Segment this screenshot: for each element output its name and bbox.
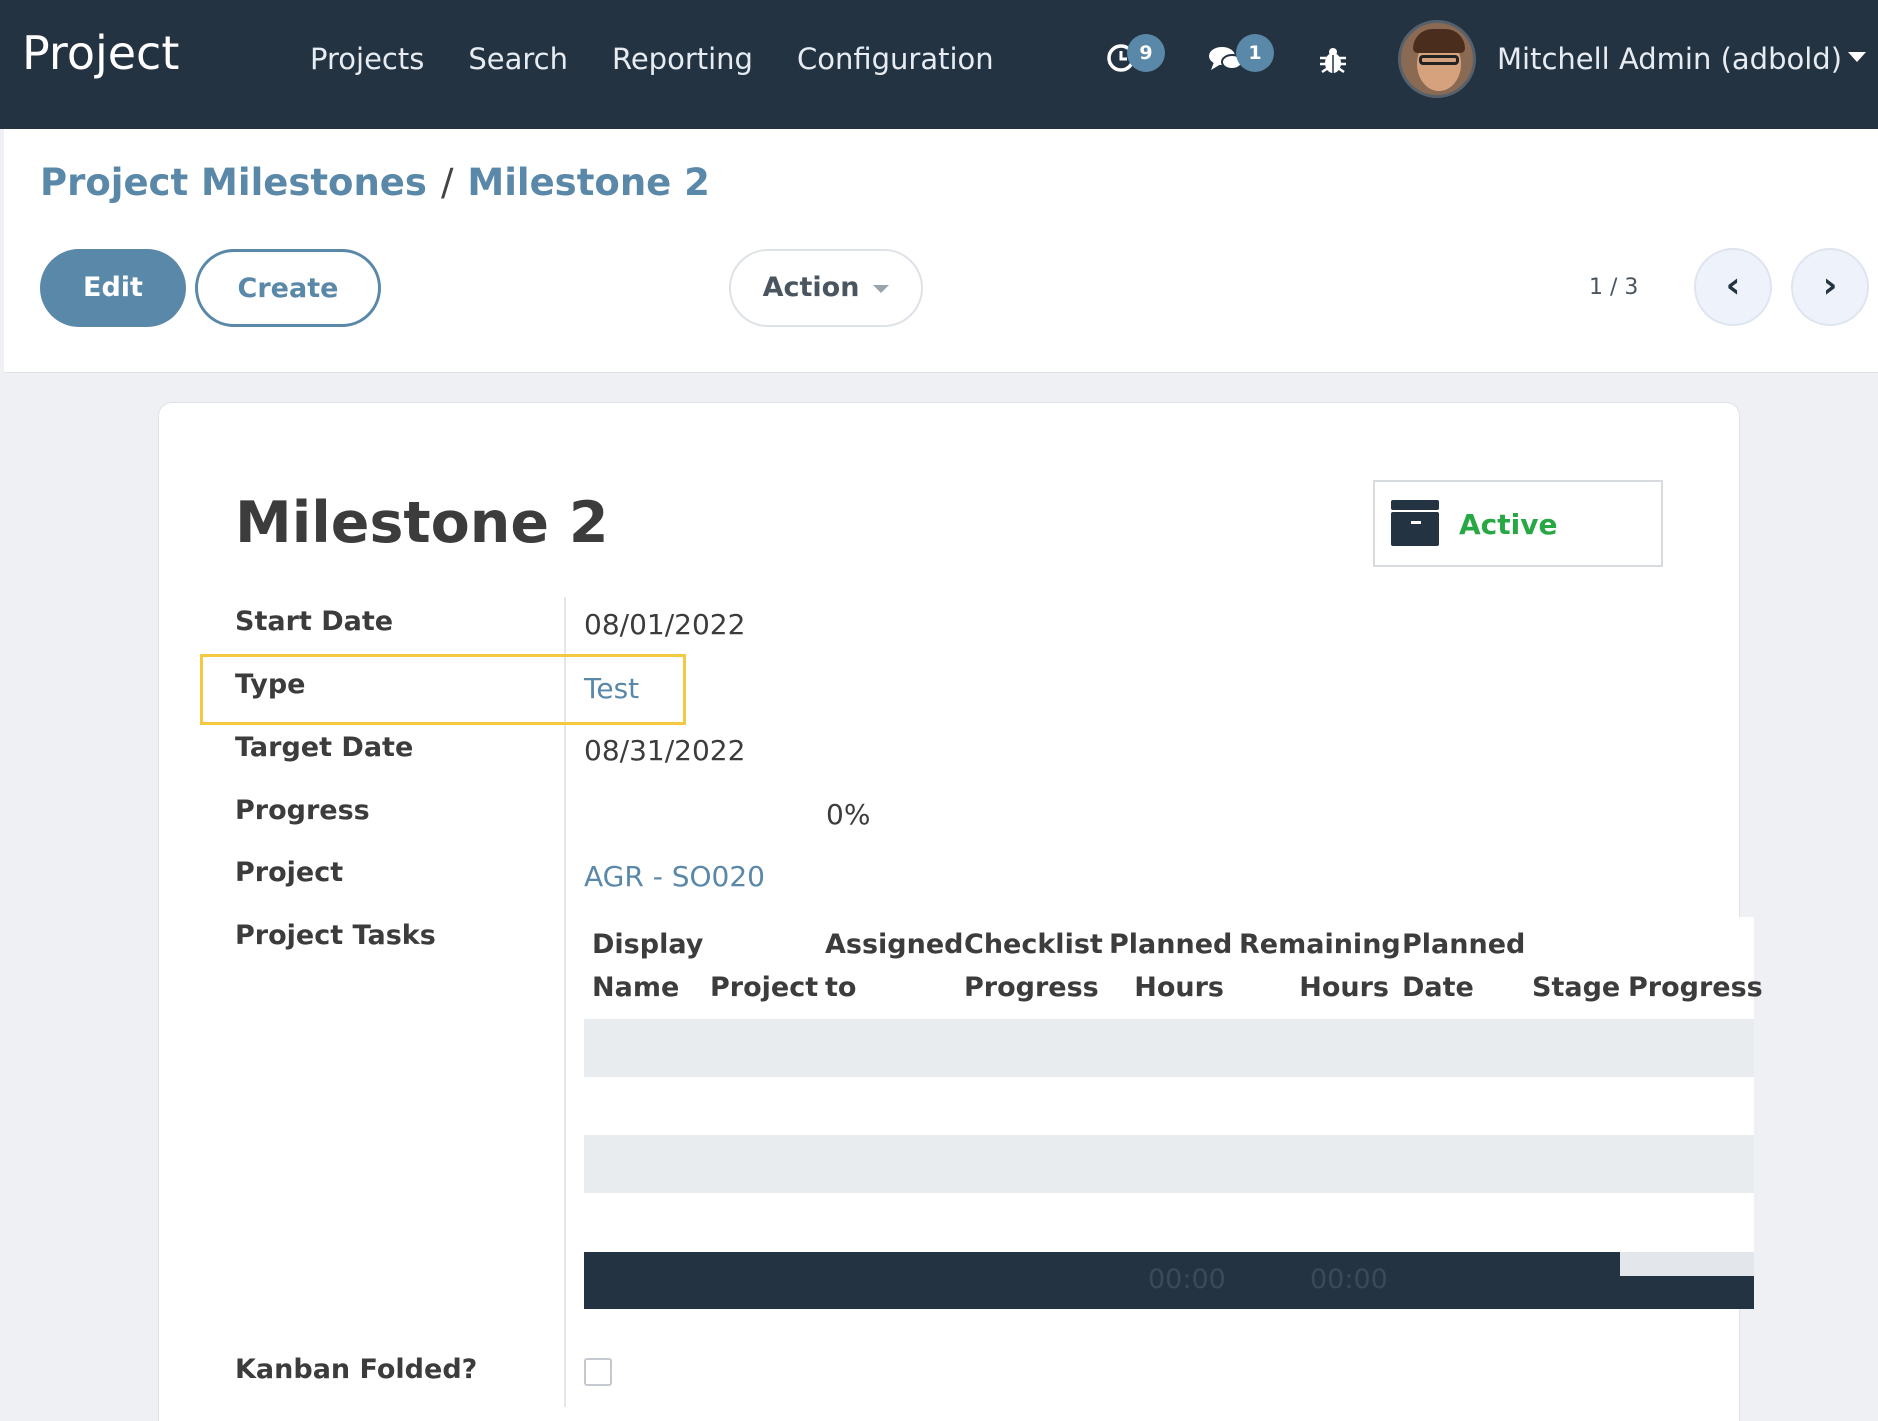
action-label: Action xyxy=(762,272,860,303)
progress-value: 0% xyxy=(826,798,871,831)
pager-previous-button[interactable]: ‹ xyxy=(1694,248,1772,326)
footer-planned-hours-total: 00:00 xyxy=(1148,1264,1226,1295)
user-menu-name[interactable]: Mitchell Admin (adbold) xyxy=(1497,42,1842,76)
table-row xyxy=(584,1135,1754,1193)
column-header-planned-hours[interactable]: Planned Hours xyxy=(1109,923,1232,1009)
archive-box-icon xyxy=(1391,500,1439,546)
active-toggle-button[interactable]: Active xyxy=(1373,480,1663,567)
edit-button[interactable]: Edit xyxy=(40,249,186,327)
column-header-display-name[interactable]: Display Name xyxy=(592,923,703,1009)
user-menu-caret-icon[interactable] xyxy=(1848,52,1866,62)
project-tasks-table: Display Name Project Assigned to Checklist… xyxy=(584,917,1763,1309)
debug-bug-icon[interactable] xyxy=(1318,38,1362,82)
menu-projects[interactable]: Projects xyxy=(310,42,424,76)
breadcrumb: Project Milestones / Milestone 2 xyxy=(40,161,710,204)
column-header-planned-date[interactable]: Planned Date xyxy=(1402,923,1525,1009)
pager-value[interactable]: 1 / 3 xyxy=(1589,275,1638,300)
messages-icon[interactable]: 1 xyxy=(1208,34,1274,82)
start-date-value[interactable]: 08/01/2022 xyxy=(584,608,745,641)
menu-reporting[interactable]: Reporting xyxy=(612,42,753,76)
main-menu: Projects Search Reporting Configuration xyxy=(310,42,994,76)
control-panel: Project Milestones / Milestone 2 Edit Crea… xyxy=(4,129,1878,373)
menu-configuration[interactable]: Configuration xyxy=(797,42,994,76)
column-header-progress[interactable]: Progress xyxy=(1628,923,1763,1009)
breadcrumb-current: Milestone 2 xyxy=(467,161,710,204)
target-date-value[interactable]: 08/31/2022 xyxy=(584,734,745,767)
menu-search[interactable]: Search xyxy=(468,42,568,76)
kanban-folded-label: Kanban Folded? xyxy=(235,1354,478,1385)
type-label: Type xyxy=(235,669,306,700)
project-value-link[interactable]: AGR - SO020 xyxy=(584,860,765,893)
column-header-project[interactable]: Project xyxy=(710,923,818,1009)
column-header-assigned-to[interactable]: Assigned to xyxy=(825,923,963,1009)
pager-next-button[interactable]: › xyxy=(1791,248,1869,326)
create-button[interactable]: Create xyxy=(195,249,381,327)
type-value-link[interactable]: Test xyxy=(584,672,639,705)
breadcrumb-separator: / xyxy=(440,161,454,204)
app-title[interactable]: Project xyxy=(22,26,179,80)
project-tasks-label: Project Tasks xyxy=(235,920,436,951)
active-status-label: Active xyxy=(1459,508,1558,541)
action-dropdown-button[interactable]: Action xyxy=(729,249,923,327)
progress-label: Progress xyxy=(235,795,370,826)
target-date-label: Target Date xyxy=(235,732,414,763)
user-avatar[interactable] xyxy=(1398,20,1476,98)
breadcrumb-parent[interactable]: Project Milestones xyxy=(40,161,427,204)
start-date-label: Start Date xyxy=(235,606,394,637)
top-navbar: Project Projects Search Reporting Config… xyxy=(0,0,1878,129)
chevron-down-icon xyxy=(873,284,890,293)
record-title: Milestone 2 xyxy=(235,490,609,556)
table-footer: 00:00 00:00 xyxy=(584,1252,1754,1309)
project-label: Project xyxy=(235,857,344,888)
column-header-stage[interactable]: Stage xyxy=(1532,923,1620,1009)
footer-remaining-hours-total: 00:00 xyxy=(1310,1264,1388,1295)
kanban-folded-checkbox[interactable] xyxy=(584,1358,612,1386)
column-header-remaining-hours[interactable]: Remaining Hours xyxy=(1239,923,1401,1009)
activity-clock-icon[interactable]: 9 xyxy=(1105,34,1165,82)
table-row xyxy=(584,1019,1754,1077)
column-header-checklist-progress[interactable]: Checklist Progress xyxy=(964,923,1103,1009)
activity-badge: 9 xyxy=(1127,34,1165,72)
messages-badge: 1 xyxy=(1236,34,1274,72)
